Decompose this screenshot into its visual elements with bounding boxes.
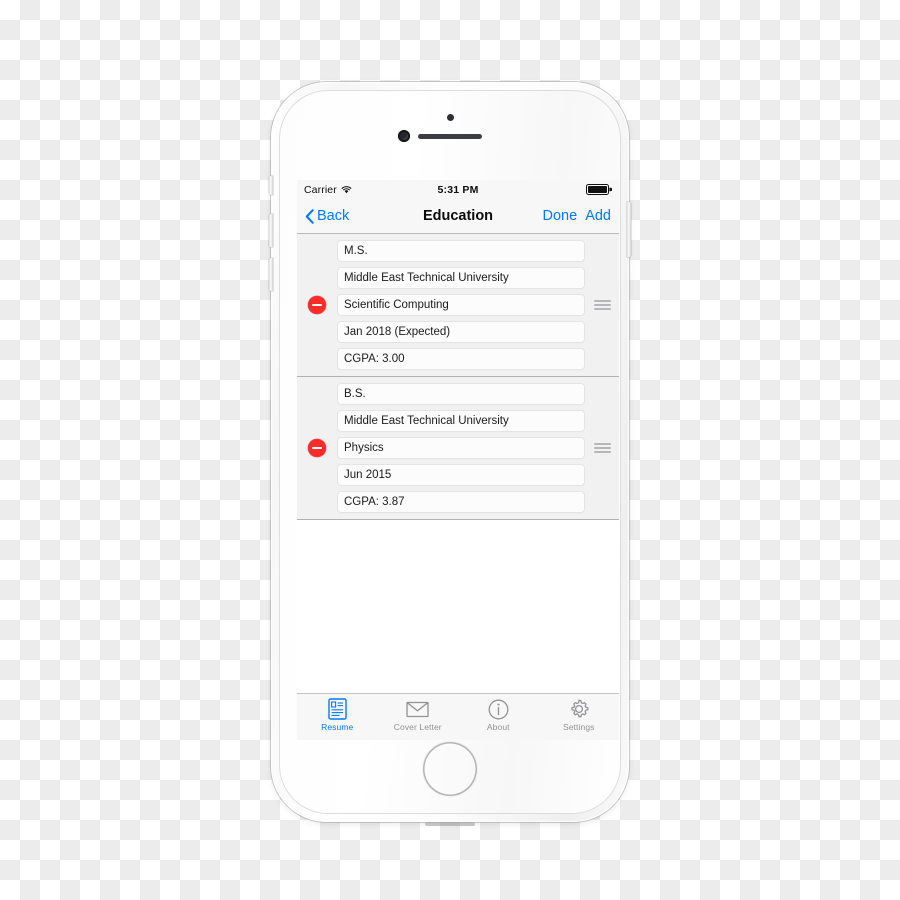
tab-label: About	[486, 722, 510, 732]
delete-entry-button[interactable]	[297, 439, 337, 457]
phone-device-frame: Carrier 5:31 PM Back Education Done Add …	[269, 82, 631, 826]
resume-document-icon	[328, 698, 347, 720]
graduation-date-field[interactable]: Jun 2015	[337, 464, 585, 486]
minus-circle-icon	[308, 296, 326, 314]
degree-field[interactable]: B.S.	[337, 383, 585, 405]
reorder-handle-icon[interactable]	[585, 443, 619, 453]
degree-field[interactable]: M.S.	[337, 240, 585, 262]
tab-label: Resume	[321, 722, 354, 732]
gpa-field[interactable]: CGPA: 3.87	[337, 491, 585, 513]
tab-about[interactable]: About	[458, 698, 539, 732]
add-button[interactable]: Add	[585, 208, 611, 224]
home-button[interactable]	[423, 742, 477, 796]
front-camera-icon	[398, 130, 410, 142]
tab-resume[interactable]: Resume	[297, 698, 378, 732]
bottom-speaker-slot	[425, 822, 475, 826]
education-entry-row: M.S. Middle East Technical University Sc…	[297, 234, 619, 376]
phone-screen: Carrier 5:31 PM Back Education Done Add …	[297, 180, 619, 740]
tab-bar: Resume Cover Letter About Settings	[297, 693, 619, 740]
wifi-icon	[341, 185, 352, 194]
navigation-bar: Back Education Done Add	[297, 199, 619, 234]
proximity-sensor-icon	[447, 114, 454, 121]
gpa-field[interactable]: CGPA: 3.00	[337, 348, 585, 370]
school-field[interactable]: Middle East Technical University	[337, 267, 585, 289]
field-of-study-field[interactable]: Physics	[337, 437, 585, 459]
info-circle-icon	[488, 698, 509, 720]
minus-circle-icon	[308, 439, 326, 457]
school-field[interactable]: Middle East Technical University	[337, 410, 585, 432]
power-button[interactable]	[627, 202, 631, 257]
gear-icon	[568, 698, 590, 720]
status-bar: Carrier 5:31 PM	[297, 180, 619, 199]
graduation-date-field[interactable]: Jan 2018 (Expected)	[337, 321, 585, 343]
envelope-icon	[406, 698, 429, 720]
done-button[interactable]: Done	[543, 208, 578, 224]
carrier-label: Carrier	[304, 183, 337, 196]
field-of-study-field[interactable]: Scientific Computing	[337, 294, 585, 316]
phone-bezel: Carrier 5:31 PM Back Education Done Add …	[279, 90, 621, 814]
tab-settings[interactable]: Settings	[539, 698, 620, 732]
list-empty-area	[297, 519, 619, 620]
education-entry-fields: B.S. Middle East Technical University Ph…	[337, 383, 585, 513]
status-bar-left: Carrier	[304, 184, 352, 196]
delete-entry-button[interactable]	[297, 296, 337, 314]
education-entry-fields: M.S. Middle East Technical University Sc…	[337, 240, 585, 370]
back-button[interactable]: Back	[305, 208, 349, 224]
volume-up-button[interactable]	[269, 214, 273, 247]
volume-down-button[interactable]	[269, 258, 273, 291]
battery-full-icon	[586, 184, 612, 195]
tab-cover-letter[interactable]: Cover Letter	[378, 698, 459, 732]
reorder-bars	[593, 300, 611, 310]
education-list[interactable]: M.S. Middle East Technical University Sc…	[297, 234, 619, 620]
tab-label: Cover Letter	[393, 722, 442, 732]
back-button-label: Back	[317, 208, 350, 224]
chevron-left-icon	[305, 208, 314, 224]
reorder-handle-icon[interactable]	[585, 300, 619, 310]
reorder-bars	[593, 443, 611, 453]
earpiece-speaker	[418, 134, 482, 139]
navigation-bar-actions: Done Add	[543, 208, 611, 224]
tab-label: Settings	[562, 722, 595, 732]
education-entry-row: B.S. Middle East Technical University Ph…	[297, 376, 619, 519]
silent-switch[interactable]	[269, 176, 273, 195]
status-bar-right	[586, 184, 612, 195]
